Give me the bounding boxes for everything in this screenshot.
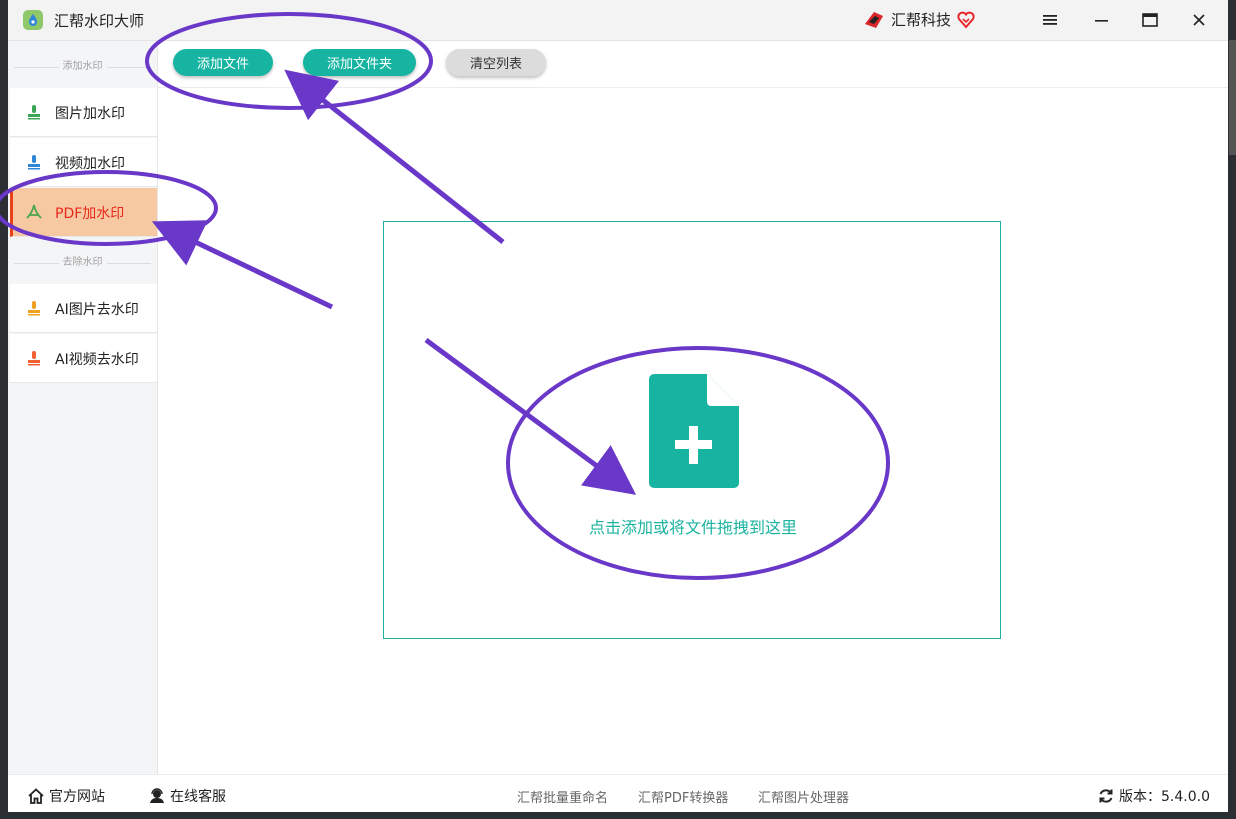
title-bar[interactable]: 汇帮水印大师 汇帮科技: [8, 0, 1228, 41]
maximize-icon[interactable]: [1137, 8, 1163, 32]
clear-list-button[interactable]: 清空列表: [446, 49, 546, 76]
sidebar-item-video-watermark[interactable]: 视频加水印: [10, 138, 157, 187]
sidebar-item-ai-image-remove[interactable]: AI图片去水印: [10, 284, 157, 333]
section-label-add: 添加水印: [8, 60, 157, 74]
dropzone-text: 点击添加或将文件拖拽到这里: [588, 518, 797, 537]
pdf-icon: [26, 204, 42, 219]
sidebar: 添加水印 图片加水印 视频加水印 PDF加水印 去除水印 AI图片去水印 AI视…: [8, 41, 158, 774]
batch-rename-link[interactable]: 汇帮批量重命名: [517, 787, 608, 806]
image-processor-link[interactable]: 汇帮图片处理器: [758, 787, 849, 806]
brand-logo-icon: [865, 11, 883, 28]
sidebar-item-label: AI视频去水印: [55, 352, 139, 368]
sidebar-item-image-watermark[interactable]: 图片加水印: [10, 88, 157, 137]
sidebar-item-ai-video-remove[interactable]: AI视频去水印: [10, 334, 157, 383]
add-file-button[interactable]: 添加文件: [173, 49, 273, 76]
version-info[interactable]: 版本：5.4.0.0: [1098, 786, 1210, 806]
section-label-remove: 去除水印: [8, 256, 157, 270]
app-logo-icon: [23, 10, 43, 30]
toolbar: 添加文件 添加文件夹 清空列表: [158, 41, 1228, 88]
refresh-icon: [1099, 789, 1113, 803]
image-watermark-icon: [28, 105, 40, 120]
app-title: 汇帮水印大师: [54, 12, 145, 30]
sidebar-item-label: PDF加水印: [55, 206, 125, 222]
vip-heart-icon[interactable]: [957, 11, 975, 29]
video-watermark-icon: [28, 155, 40, 170]
add-file-icon[interactable]: [649, 374, 739, 488]
ai-video-remove-icon: [28, 351, 40, 366]
minimize-icon[interactable]: [1089, 8, 1115, 32]
footer: 官方网站 在线客服 汇帮批量重命名 汇帮PDF转换器 汇帮图片处理器 版本：5.…: [8, 774, 1228, 812]
sidebar-item-label: 图片加水印: [55, 106, 125, 122]
add-folder-button[interactable]: 添加文件夹: [303, 49, 416, 76]
website-link[interactable]: 官方网站: [28, 786, 105, 806]
main-area: 点击添加或将文件拖拽到这里: [158, 88, 1228, 774]
sidebar-item-label: AI图片去水印: [55, 302, 139, 318]
sidebar-item-pdf-watermark[interactable]: PDF加水印: [10, 188, 157, 237]
background-scrollbar: [1229, 40, 1236, 155]
brand: 汇帮科技: [863, 9, 975, 30]
app-window: 汇帮水印大师 汇帮科技 添加水印 图片加水印 视频加水印 PDF加水印 去除水印…: [8, 0, 1228, 812]
menu-icon[interactable]: [1037, 8, 1063, 32]
support-link[interactable]: 在线客服: [149, 786, 226, 806]
sidebar-item-label: 视频加水印: [55, 156, 125, 172]
file-dropzone[interactable]: 点击添加或将文件拖拽到这里: [383, 221, 1001, 639]
brand-name: 汇帮科技: [891, 11, 952, 29]
ai-image-remove-icon: [28, 301, 40, 316]
close-icon[interactable]: [1186, 8, 1212, 32]
headset-icon: [150, 788, 164, 803]
pdf-converter-link[interactable]: 汇帮PDF转换器: [638, 787, 728, 806]
home-icon: [28, 788, 44, 804]
